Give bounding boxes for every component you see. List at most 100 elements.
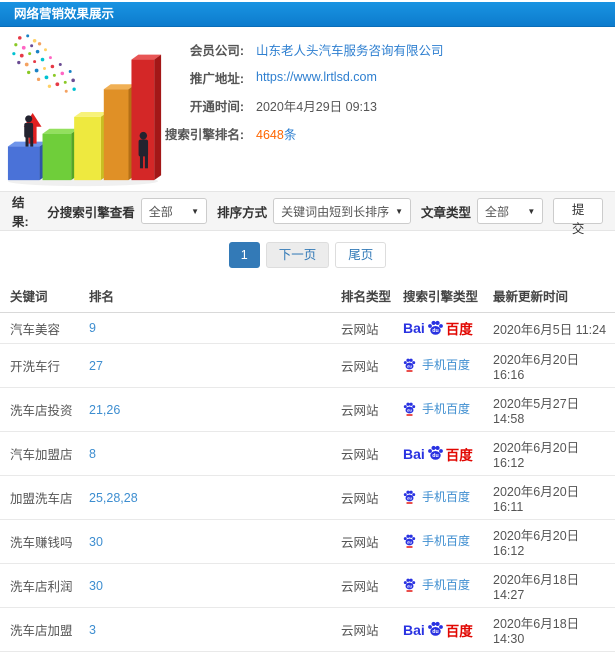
mobile-baidu-badge: du 手机百度 bbox=[403, 488, 470, 505]
keyword-cell: 洗车店利润 bbox=[0, 563, 85, 608]
keyword-cell: 汽车美容 bbox=[0, 312, 85, 344]
engine-filter-select[interactable]: 全部 ▼ bbox=[140, 198, 208, 224]
pagination: 1 下一页 尾页 bbox=[0, 231, 615, 279]
rank-type-cell: 云网站 bbox=[337, 607, 399, 652]
filter-bar: 结果: 分搜索引擎查看 全部 ▼ 排序方式 关键词由短到长排序 ▼ 文章类型 全… bbox=[0, 191, 615, 236]
mobile-baidu-badge: du 手机百度 bbox=[403, 400, 470, 417]
rank-type-cell: 云网站 bbox=[337, 475, 399, 520]
rank-link[interactable]: 21,26 bbox=[89, 403, 120, 417]
table-row: 汽车加盟店 8 云网站 Bai du 百度 2020年6月20日 16:12 bbox=[0, 431, 615, 476]
updated-cell: 2020年6月20日 16:11 bbox=[489, 475, 615, 520]
svg-text:du: du bbox=[407, 583, 412, 588]
col-keyword: 关键词 bbox=[0, 279, 85, 313]
rank-type-cell: 云网站 bbox=[337, 563, 399, 608]
engine-rank-unit: 条 bbox=[283, 127, 297, 142]
promo-url-link[interactable]: https://www.lrtlsd.com bbox=[256, 70, 377, 84]
svg-text:du: du bbox=[432, 328, 438, 334]
page-header: 网络营销效果展示 bbox=[0, 2, 615, 27]
bar-green bbox=[42, 128, 79, 181]
col-updated: 最新更新时间 bbox=[489, 279, 615, 313]
rank-link[interactable]: 30 bbox=[89, 535, 103, 549]
baidu-paw-icon: du bbox=[403, 534, 416, 548]
rank-link[interactable]: 8 bbox=[89, 447, 96, 461]
mobile-baidu-badge: du 手机百度 bbox=[403, 356, 470, 373]
promo-url-row: 推广地址: https://www.lrtlsd.com bbox=[148, 63, 444, 91]
rank-cell: 21,26 bbox=[85, 387, 337, 432]
col-rank-type: 排名类型 bbox=[337, 279, 399, 313]
rank-link[interactable]: 25,28,28 bbox=[89, 491, 138, 505]
baidu-paw-icon: du bbox=[427, 621, 443, 636]
baidu-logo: Bai du 百度 bbox=[403, 320, 473, 337]
opened-time-value: 2020年4月29日 09:13 bbox=[256, 99, 377, 114]
caret-down-icon: ▼ bbox=[395, 206, 404, 216]
baidu-logo: Bai du 百度 bbox=[403, 445, 473, 463]
col-rank: 排名 bbox=[85, 279, 337, 313]
engine-rank-label: 搜索引擎排名: bbox=[164, 127, 244, 142]
baidu-paw-icon: du bbox=[403, 490, 416, 504]
engine-cell: Bai du 百度 bbox=[399, 431, 489, 476]
table-row: 汽车美容 9 云网站 Bai du 百度 2020年6月5日 11:24 bbox=[0, 312, 615, 344]
engine-cell: du 手机百度 bbox=[399, 387, 489, 432]
rank-type-cell: 云网站 bbox=[337, 343, 399, 388]
caret-down-icon: ▼ bbox=[191, 206, 200, 216]
svg-text:du: du bbox=[407, 363, 412, 368]
article-type-filter-label: 文章类型 bbox=[421, 205, 472, 220]
opened-time-label: 开通时间: bbox=[189, 99, 244, 114]
keyword-cell: 洗车赚钱吗 bbox=[0, 519, 85, 564]
svg-text:du: du bbox=[407, 539, 412, 544]
rank-link[interactable]: 30 bbox=[89, 579, 103, 593]
table-row: 洗车店投资 21,26 云网站 du 手机百度 2020年5月27日 14:58 bbox=[0, 387, 615, 432]
baidu-paw-icon: du bbox=[427, 320, 443, 335]
account-info-section: 会员公司: 山东老人头汽车服务咨询有限公司 推广地址: https://www.… bbox=[0, 27, 615, 191]
sort-filter-value: 关键词由短到长排序 bbox=[281, 204, 390, 219]
engine-rank-row: 搜索引擎排名: 4648条 bbox=[148, 119, 444, 147]
results-table: 关键词 排名 排名类型 搜索引擎类型 最新更新时间 汽车美容 9 云网站 Bai… bbox=[0, 279, 615, 652]
updated-cell: 2020年6月20日 16:12 bbox=[489, 431, 615, 476]
engine-rank-count: 4648 bbox=[256, 127, 284, 142]
table-row: 加盟洗车店 25,28,28 云网站 du 手机百度 2020年6月20日 16… bbox=[0, 475, 615, 520]
updated-cell: 2020年6月18日 14:30 bbox=[489, 607, 615, 652]
table-row: 开洗车行 27 云网站 du 手机百度 2020年6月20日 16:16 bbox=[0, 343, 615, 388]
rank-type-cell: 云网站 bbox=[337, 431, 399, 476]
bar-yellow bbox=[74, 111, 108, 181]
page-1-button[interactable]: 1 bbox=[228, 242, 260, 268]
article-type-filter-select[interactable]: 全部 ▼ bbox=[477, 198, 544, 224]
updated-cell: 2020年5月27日 14:58 bbox=[489, 387, 615, 432]
rank-type-cell: 云网站 bbox=[337, 312, 399, 344]
rank-cell: 8 bbox=[85, 431, 337, 476]
company-row: 会员公司: 山东老人头汽车服务咨询有限公司 bbox=[148, 35, 444, 63]
mobile-baidu-badge: du 手机百度 bbox=[403, 532, 470, 549]
sort-filter-label: 排序方式 bbox=[217, 205, 268, 220]
results-table-body: 汽车美容 9 云网站 Bai du 百度 2020年6月5日 11:24 开洗车… bbox=[0, 312, 615, 652]
engine-cell: du 手机百度 bbox=[399, 519, 489, 564]
next-page-button[interactable]: 下一页 bbox=[265, 242, 330, 268]
baidu-paw-icon: du bbox=[427, 445, 443, 460]
last-page-button[interactable]: 尾页 bbox=[335, 242, 387, 268]
baidu-paw-icon: du bbox=[403, 402, 416, 416]
rank-link[interactable]: 9 bbox=[89, 321, 96, 335]
baidu-paw-icon: du bbox=[403, 578, 416, 592]
svg-text:du: du bbox=[432, 453, 438, 459]
table-row: 洗车店利润 30 云网站 du 手机百度 2020年6月18日 14:27 bbox=[0, 563, 615, 608]
submit-button[interactable]: 提交 bbox=[553, 198, 603, 236]
engine-cell: du 手机百度 bbox=[399, 475, 489, 520]
keyword-cell: 加盟洗车店 bbox=[0, 475, 85, 520]
bar-blue bbox=[7, 141, 47, 181]
col-engine-type: 搜索引擎类型 bbox=[399, 279, 489, 313]
rank-cell: 25,28,28 bbox=[85, 475, 337, 520]
confetti-dots bbox=[12, 34, 76, 93]
svg-text:du: du bbox=[407, 407, 412, 412]
rank-link[interactable]: 3 bbox=[89, 623, 96, 637]
company-link[interactable]: 山东老人头汽车服务咨询有限公司 bbox=[256, 40, 444, 59]
baidu-logo: Bai du 百度 bbox=[403, 621, 473, 639]
updated-cell: 2020年6月5日 11:24 bbox=[489, 312, 615, 344]
sort-filter-select[interactable]: 关键词由短到长排序 ▼ bbox=[273, 198, 412, 224]
results-section-label: 结果: bbox=[12, 196, 29, 229]
table-row: 洗车店加盟 3 云网站 Bai du 百度 2020年6月18日 14:30 bbox=[0, 607, 615, 652]
engine-cell: Bai du 百度 bbox=[399, 312, 489, 344]
updated-cell: 2020年6月20日 16:12 bbox=[489, 519, 615, 564]
rank-cell: 30 bbox=[85, 519, 337, 564]
promo-url-label: 推广地址: bbox=[189, 71, 244, 86]
engine-cell: du 手机百度 bbox=[399, 563, 489, 608]
rank-link[interactable]: 27 bbox=[89, 359, 103, 373]
